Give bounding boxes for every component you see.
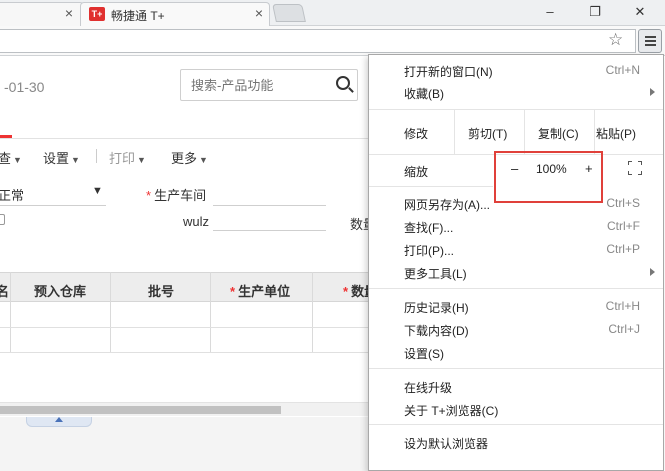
bookmark-star-icon[interactable]: ☆ bbox=[608, 30, 623, 50]
status-select[interactable]: 正常 bbox=[0, 185, 24, 204]
expand-panel-icon[interactable] bbox=[26, 417, 92, 427]
paste-label[interactable]: 粘贴(P) bbox=[596, 125, 636, 142]
search-box[interactable] bbox=[180, 69, 358, 101]
table-row[interactable] bbox=[0, 352, 370, 353]
menu-item-online-upgrade[interactable]: 在线升级 bbox=[404, 379, 452, 396]
production-workshop-field[interactable] bbox=[213, 205, 326, 206]
zoom-label: 缩放 bbox=[404, 165, 429, 179]
maximize-button[interactable]: ❐ bbox=[580, 2, 610, 22]
browser-toolbar: ☆ bbox=[0, 26, 665, 56]
more-button[interactable]: 更多 ▼ bbox=[171, 148, 208, 167]
cut-label[interactable]: 剪切(T) bbox=[468, 125, 507, 142]
close-tab-icon[interactable]: × bbox=[61, 5, 77, 21]
browser-tab-active[interactable]: T+ 畅捷通 T+ × bbox=[80, 2, 270, 26]
date-text: -01-30 bbox=[4, 79, 45, 95]
table-row[interactable] bbox=[0, 327, 370, 328]
zoom-in-button[interactable]: + bbox=[585, 161, 593, 176]
menu-item-bookmarks[interactable]: 收藏(B) bbox=[404, 85, 444, 102]
horizontal-scrollbar[interactable] bbox=[0, 402, 370, 416]
divider bbox=[0, 138, 370, 139]
chevron-down-icon[interactable]: ▼ bbox=[92, 185, 103, 197]
close-window-button[interactable]: ✕ bbox=[625, 2, 655, 22]
submenu-arrow-icon bbox=[650, 88, 655, 96]
separator bbox=[96, 149, 97, 163]
menu-item-set-default[interactable]: 设为默认浏览器 bbox=[404, 435, 488, 452]
scrollbar-thumb[interactable] bbox=[0, 406, 281, 414]
zoom-highlight-box bbox=[494, 151, 603, 203]
grid-line bbox=[10, 272, 11, 352]
menu-separator bbox=[369, 288, 663, 289]
zoom-out-button[interactable]: – bbox=[511, 161, 518, 176]
status-underline bbox=[0, 205, 106, 206]
search-input[interactable] bbox=[181, 70, 329, 100]
copy-label[interactable]: 复制(C) bbox=[538, 125, 579, 142]
column-header: 名 bbox=[0, 284, 10, 299]
tab-title: 畅捷通 T+ bbox=[111, 9, 165, 23]
fullscreen-icon[interactable] bbox=[628, 161, 642, 175]
close-tab-icon[interactable]: × bbox=[251, 5, 267, 21]
print-button[interactable]: 打印 ▼ bbox=[109, 148, 146, 167]
menu-item-about[interactable]: 关于 T+浏览器(C) bbox=[404, 402, 498, 419]
column-header-production-unit[interactable]: * 生产单位 bbox=[230, 281, 290, 300]
tplus-favicon-icon: T+ bbox=[89, 7, 105, 21]
zoom-level: 100% bbox=[536, 162, 567, 176]
menu-item-downloads[interactable]: 下载内容(D) bbox=[404, 322, 469, 339]
menu-item-print[interactable]: 打印(P)... bbox=[404, 242, 454, 259]
shortcut-label: Ctrl+S bbox=[606, 196, 640, 210]
menu-item-more-tools[interactable]: 更多工具(L) bbox=[404, 265, 467, 282]
menu-separator bbox=[369, 186, 493, 187]
grid-line bbox=[210, 272, 211, 352]
menu-item-history[interactable]: 历史记录(H) bbox=[404, 299, 469, 316]
grid-line bbox=[312, 272, 313, 352]
submenu-arrow-icon bbox=[650, 268, 655, 276]
minimize-button[interactable]: – bbox=[535, 2, 565, 22]
shortcut-label: Ctrl+F bbox=[607, 219, 640, 233]
menu-item-save-page[interactable]: 网页另存为(A)... bbox=[404, 196, 490, 213]
production-workshop-label: * 生产车间 bbox=[146, 188, 207, 203]
quantity-label: 数量 bbox=[350, 217, 370, 232]
menu-item-settings[interactable]: 设置(S) bbox=[404, 345, 444, 362]
column-header-quantity[interactable]: *数量 bbox=[343, 281, 370, 300]
search-icon[interactable] bbox=[336, 76, 350, 90]
tab-strip: × T+ 畅捷通 T+ × – ❐ ✕ bbox=[0, 0, 665, 26]
browser-menu-button[interactable] bbox=[638, 29, 662, 53]
shortcut-label: Ctrl+H bbox=[605, 299, 640, 313]
query-button[interactable]: 查 ▼ bbox=[0, 148, 22, 167]
menu-separator bbox=[369, 368, 663, 369]
new-tab-button[interactable] bbox=[272, 4, 306, 22]
menu-item-new-window[interactable]: 打开新的窗口(N) bbox=[404, 63, 493, 80]
checkbox[interactable] bbox=[0, 214, 5, 225]
browser-menu: 打开新的窗口(N) Ctrl+N 收藏(B) 修改 剪切(T) 复制(C) 粘贴… bbox=[368, 54, 664, 471]
shortcut-label: Ctrl+P bbox=[606, 242, 640, 256]
grid-header: 名 预入仓库 批号 *生产单位 *数量 bbox=[0, 272, 370, 302]
grid-line bbox=[110, 272, 111, 352]
menu-separator bbox=[369, 424, 663, 425]
menu-item-find[interactable]: 查找(F)... bbox=[404, 219, 453, 236]
column-header-warehouse[interactable]: 预入仓库 bbox=[34, 281, 86, 300]
wulz-label: wulz bbox=[183, 214, 210, 229]
address-bar[interactable] bbox=[0, 29, 636, 53]
browser-tab-previous[interactable]: × bbox=[0, 2, 84, 26]
settings-button[interactable]: 设置 ▼ bbox=[43, 148, 80, 167]
wulz-field[interactable] bbox=[213, 230, 326, 231]
shortcut-label: Ctrl+J bbox=[608, 322, 640, 336]
shortcut-label: Ctrl+N bbox=[605, 63, 640, 77]
edit-label: 修改 bbox=[404, 127, 429, 141]
column-header-batch[interactable]: 批号 bbox=[148, 281, 174, 300]
